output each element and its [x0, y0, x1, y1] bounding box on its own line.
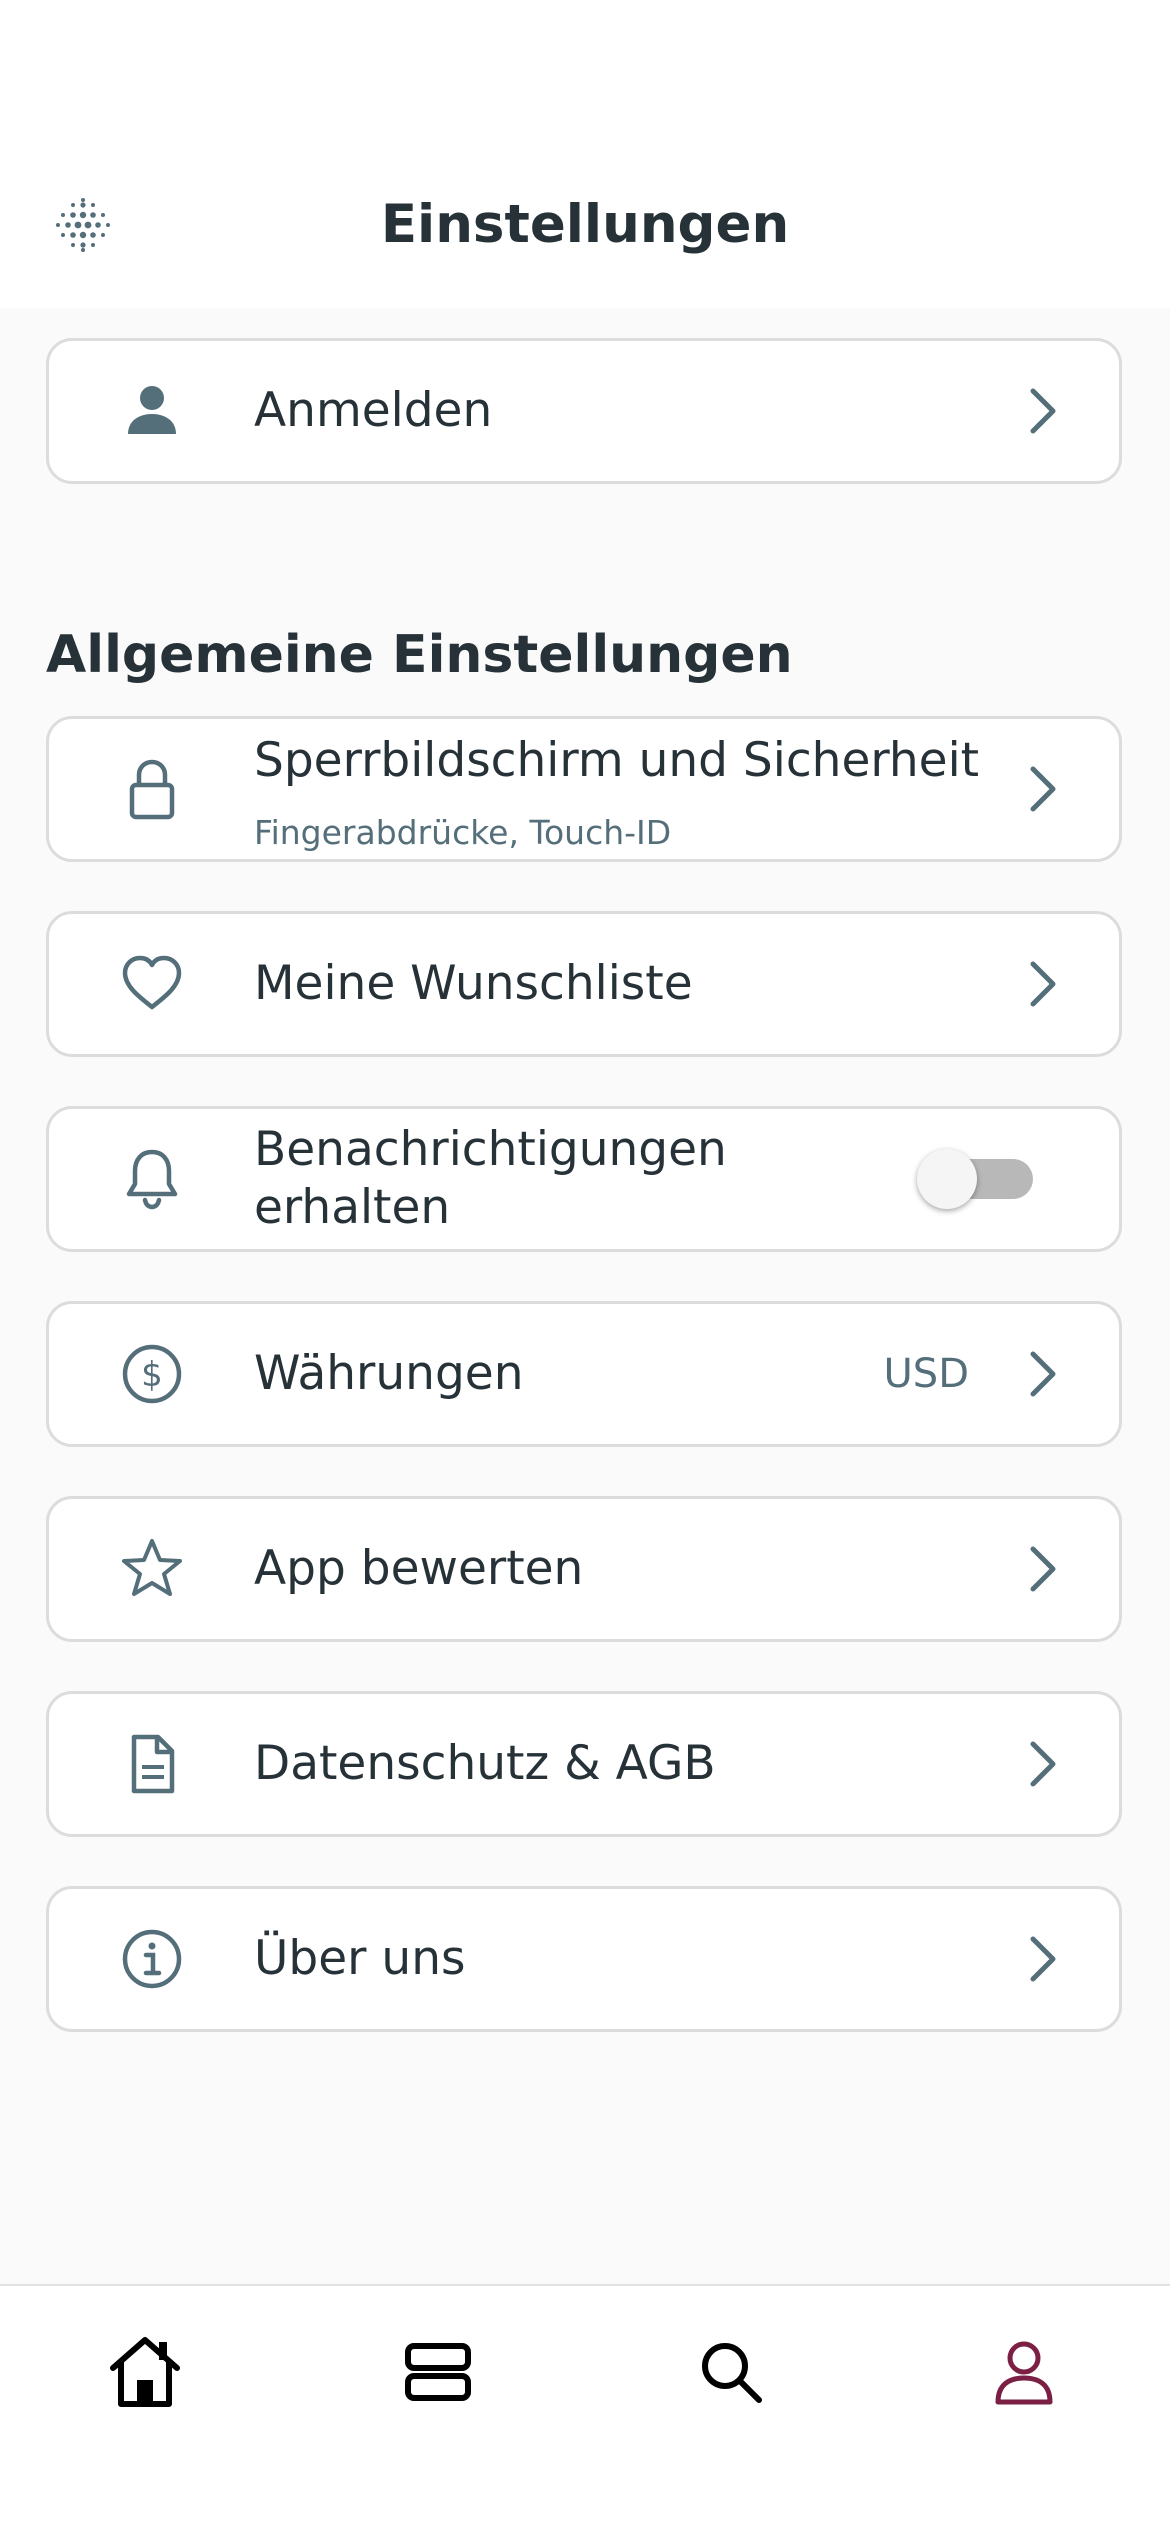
notifications-toggle[interactable] [917, 1149, 1033, 1209]
stack-icon [405, 2343, 471, 2401]
person-icon [128, 386, 176, 434]
settings-row-about[interactable]: Über uns [46, 1886, 1122, 2032]
settings-row-label: Benachrichtigungen erhalten [254, 1122, 727, 1235]
chevron-right-icon [1030, 766, 1056, 812]
profile-icon [995, 2341, 1053, 2405]
chevron-right-icon [1030, 961, 1056, 1007]
settings-row-label: Über uns [254, 1931, 466, 1986]
chevron-right-icon [1030, 1741, 1056, 1787]
settings-row-notifications[interactable]: Benachrichtigungen erhalten [46, 1106, 1122, 1252]
search-icon [702, 2343, 762, 2403]
home-icon [110, 2337, 180, 2407]
header: Einstellungen [0, 0, 1170, 308]
settings-row-label: Meine Wunschliste [254, 956, 693, 1011]
section-title: Allgemeine Einstellungen [46, 625, 793, 685]
tab-home[interactable] [95, 2322, 195, 2422]
info-icon [122, 1929, 182, 1989]
currency-value: USD [883, 1351, 969, 1397]
chevron-right-icon [1030, 1351, 1056, 1397]
settings-row-wishlist[interactable]: Meine Wunschliste [46, 911, 1122, 1057]
svg-text:$: $ [141, 1355, 163, 1395]
settings-row-security[interactable]: Sperrbildschirm und Sicherheit Fingerabd… [46, 716, 1122, 862]
settings-row-label: Datenschutz & AGB [254, 1736, 716, 1791]
settings-row-label: App bewerten [254, 1541, 584, 1596]
document-icon [131, 1734, 175, 1794]
settings-row-rate-app[interactable]: App bewerten [46, 1496, 1122, 1642]
settings-row-sublabel: Fingerabdrücke, Touch-ID [254, 813, 672, 852]
chevron-right-icon [1030, 388, 1056, 434]
dollar-circle-icon: $ [122, 1344, 182, 1404]
heart-icon [122, 955, 182, 1010]
tab-profile[interactable] [974, 2322, 1074, 2422]
toggle-knob [917, 1149, 977, 1209]
star-icon [122, 1539, 182, 1596]
settings-row-privacy[interactable]: Datenschutz & AGB [46, 1691, 1122, 1837]
tab-search[interactable] [681, 2322, 781, 2422]
login-label: Anmelden [254, 383, 493, 438]
page-title: Einstellungen [380, 194, 790, 255]
chevron-right-icon [1030, 1936, 1056, 1982]
lock-icon [129, 759, 175, 820]
login-row[interactable]: Anmelden [46, 338, 1122, 484]
tab-collections[interactable] [388, 2322, 488, 2422]
settings-row-currency[interactable]: $ Währungen USD [46, 1301, 1122, 1447]
bottom-tab-bar [0, 2284, 1170, 2534]
settings-row-label: Währungen [254, 1346, 524, 1401]
chevron-right-icon [1030, 1546, 1056, 1592]
bell-icon [126, 1149, 178, 1210]
settings-row-label: Sperrbildschirm und Sicherheit [254, 733, 980, 788]
